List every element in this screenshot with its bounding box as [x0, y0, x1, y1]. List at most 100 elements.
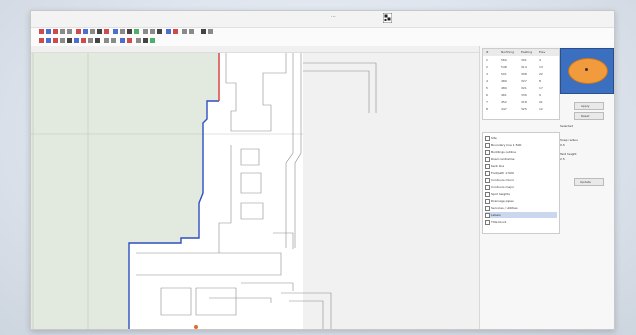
open-icon[interactable]	[39, 29, 44, 34]
toolbar-icon[interactable]	[136, 38, 141, 43]
checkbox-icon[interactable]	[485, 150, 490, 155]
layer-item[interactable]: Footpath 1:500	[485, 170, 557, 176]
table-cell: 308	[521, 72, 527, 76]
grid-icon[interactable]	[127, 29, 132, 34]
toolbar-icon[interactable]	[182, 29, 187, 34]
table-row[interactable]: 4 489 327 8	[483, 78, 559, 85]
checkbox-icon[interactable]	[485, 213, 490, 218]
snap-radius-value[interactable]: 0.5	[560, 143, 565, 147]
draw-line-icon[interactable]	[97, 29, 102, 34]
layer-item[interactable]: Spot heights	[485, 191, 557, 197]
redo-icon[interactable]	[67, 29, 72, 34]
toolbar-icon[interactable]	[104, 38, 109, 43]
table-row[interactable]: 1 560 301 4	[483, 57, 559, 64]
toolbar-icon[interactable]	[39, 38, 44, 43]
layer-item[interactable]: Road centreline	[485, 156, 557, 162]
table-row[interactable]: 6 461 330 9	[483, 92, 559, 99]
text-height-label: Text height	[560, 152, 577, 156]
layer-icon[interactable]	[120, 29, 125, 34]
overview-area-shape	[568, 58, 608, 84]
toolbar-icon[interactable]	[208, 29, 213, 34]
column-header: #	[486, 50, 489, 54]
toolbar-icon[interactable]	[150, 29, 155, 34]
select-icon[interactable]	[90, 29, 95, 34]
table-row[interactable]: 3 501 308 22	[483, 71, 559, 78]
layer-item[interactable]: Drainage pipes	[485, 198, 557, 204]
layer-item[interactable]: Kerb line	[485, 163, 557, 169]
checkbox-icon[interactable]	[485, 206, 490, 211]
update-button[interactable]: Update	[574, 178, 604, 186]
toolbar-icon[interactable]	[67, 38, 72, 43]
toolbar-icon[interactable]	[88, 38, 93, 43]
toolbar-icon[interactable]	[111, 38, 116, 43]
table-row[interactable]: 2 548 314 13	[483, 64, 559, 71]
layer-item[interactable]: Title block	[485, 219, 557, 225]
layer-item[interactable]: Services / utilities	[485, 205, 557, 211]
layer-item[interactable]: Site	[485, 135, 557, 141]
toolbar-icon[interactable]	[60, 38, 65, 43]
checkbox-icon[interactable]	[485, 157, 490, 162]
layer-label: Services / utilities	[491, 206, 518, 210]
table-cell: 3	[486, 72, 488, 76]
toolbar-icon[interactable]	[143, 29, 148, 34]
print-icon[interactable]	[53, 29, 58, 34]
layer-label: Title block	[491, 220, 507, 224]
checkbox-icon[interactable]	[485, 178, 490, 183]
layer-item[interactable]: Boundary line 1:500	[485, 142, 557, 148]
toolbar-icon[interactable]	[157, 29, 162, 34]
undo-icon[interactable]	[60, 29, 65, 34]
toolbar-icon[interactable]	[95, 38, 100, 43]
measure-icon[interactable]	[113, 29, 118, 34]
layer-item[interactable]: Contours minor	[485, 177, 557, 183]
layer-item-selected[interactable]: Labels	[485, 212, 557, 218]
toolbar-icon[interactable]	[173, 29, 178, 34]
layer-item[interactable]: Buildings outline	[485, 149, 557, 155]
app-icon[interactable]	[383, 13, 392, 23]
toolbar-icon[interactable]	[166, 29, 171, 34]
zoom-icon[interactable]	[76, 29, 81, 34]
reset-button[interactable]: Reset	[574, 112, 604, 120]
point-table[interactable]: # Northing Easting Elev 1 560 301 4 2 54…	[482, 48, 560, 120]
checkbox-icon[interactable]	[485, 143, 490, 148]
toolbar-icon[interactable]	[81, 38, 86, 43]
checkbox-icon[interactable]	[485, 220, 490, 225]
toolbar-icon[interactable]	[127, 38, 132, 43]
toolbar-icon[interactable]	[120, 38, 125, 43]
checkbox-icon[interactable]	[485, 164, 490, 169]
text-height-value[interactable]: 2.5	[560, 157, 565, 161]
layer-label: Contours minor	[491, 178, 515, 182]
map-canvas[interactable]	[31, 53, 479, 329]
toolbar-icon[interactable]	[143, 38, 148, 43]
checkbox-icon[interactable]	[485, 199, 490, 204]
layer-label: Drainage pipes	[491, 199, 514, 203]
table-cell: 560	[501, 58, 507, 62]
apply-button[interactable]: Apply	[574, 102, 604, 110]
draw-polygon-icon[interactable]	[104, 29, 109, 34]
pan-icon[interactable]	[83, 29, 88, 34]
title-bar: ···	[31, 11, 614, 28]
table-cell: 21	[539, 100, 543, 104]
table-row[interactable]: 7 452 318 21	[483, 99, 559, 106]
toolbar-icon[interactable]	[53, 38, 58, 43]
toolbar-icon[interactable]	[74, 38, 79, 43]
site-plan-drawing	[31, 53, 479, 329]
table-cell: 4	[486, 79, 488, 83]
reset-button-label: Reset	[581, 114, 590, 118]
toolbar-icon[interactable]	[189, 29, 194, 34]
overview-map[interactable]	[560, 48, 614, 94]
layer-label: Boundary line 1:500	[491, 143, 522, 147]
table-cell: 548	[501, 65, 507, 69]
toolbar-icon[interactable]	[150, 38, 155, 43]
save-icon[interactable]	[46, 29, 51, 34]
layer-item[interactable]: Contours major	[485, 184, 557, 190]
checkbox-icon[interactable]	[485, 185, 490, 190]
toolbar-icon[interactable]	[201, 29, 206, 34]
table-row[interactable]: 5 480 321 17	[483, 85, 559, 92]
checkbox-icon[interactable]	[485, 192, 490, 197]
checkbox-icon[interactable]	[485, 136, 490, 141]
column-header: Easting	[521, 50, 533, 54]
toolbar-icon[interactable]	[46, 38, 51, 43]
checkbox-icon[interactable]	[485, 171, 490, 176]
table-row[interactable]: 8 447 325 12	[483, 106, 559, 113]
snap-icon[interactable]	[134, 29, 139, 34]
